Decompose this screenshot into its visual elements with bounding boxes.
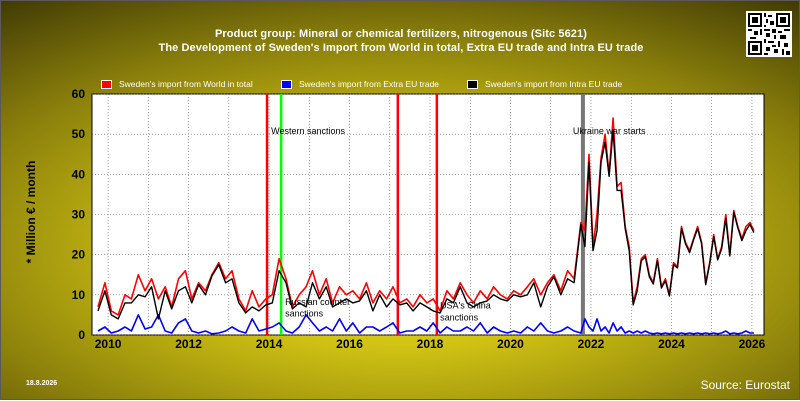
y-tick-label: 50 (72, 127, 86, 141)
event-label-4: Ukraine war starts (573, 126, 646, 136)
annotation-label: sanctions (285, 309, 324, 319)
x-tick-label: 2010 (95, 337, 122, 351)
y-tick-label: 40 (72, 167, 86, 181)
annotation-label: Russian counter (285, 297, 350, 307)
y-tick-label: 20 (72, 248, 86, 262)
x-tick-label: 2022 (578, 337, 605, 351)
y-tick-label: 10 (72, 288, 86, 302)
x-tick-label: 2020 (497, 337, 524, 351)
x-tick-label: 2024 (658, 337, 685, 351)
y-tick-label: 0 (78, 328, 85, 342)
annotation-label: USA's China (440, 300, 491, 310)
x-tick-label: 2016 (336, 337, 363, 351)
source-label: Source: Eurostat (700, 378, 790, 392)
annotation-label: sanctions (440, 313, 479, 323)
y-tick-label: 30 (72, 208, 86, 222)
chart-plot: 0 10 20 30 40 50 60 2010 2012 2014 2016 2018 2020 202… (72, 87, 766, 351)
x-tick-label: 2018 (417, 337, 444, 351)
y-tick-label: 60 (72, 87, 86, 101)
x-tick-label: 2012 (175, 337, 202, 351)
x-tick-label: 2026 (739, 337, 766, 351)
chart-frame: Product group: Mineral or chemical ferti… (0, 0, 800, 400)
date-label: 18.8.2026 (26, 380, 58, 387)
x-tick-label: 2014 (256, 337, 283, 351)
event-label-1: Western sanctions (271, 126, 345, 136)
